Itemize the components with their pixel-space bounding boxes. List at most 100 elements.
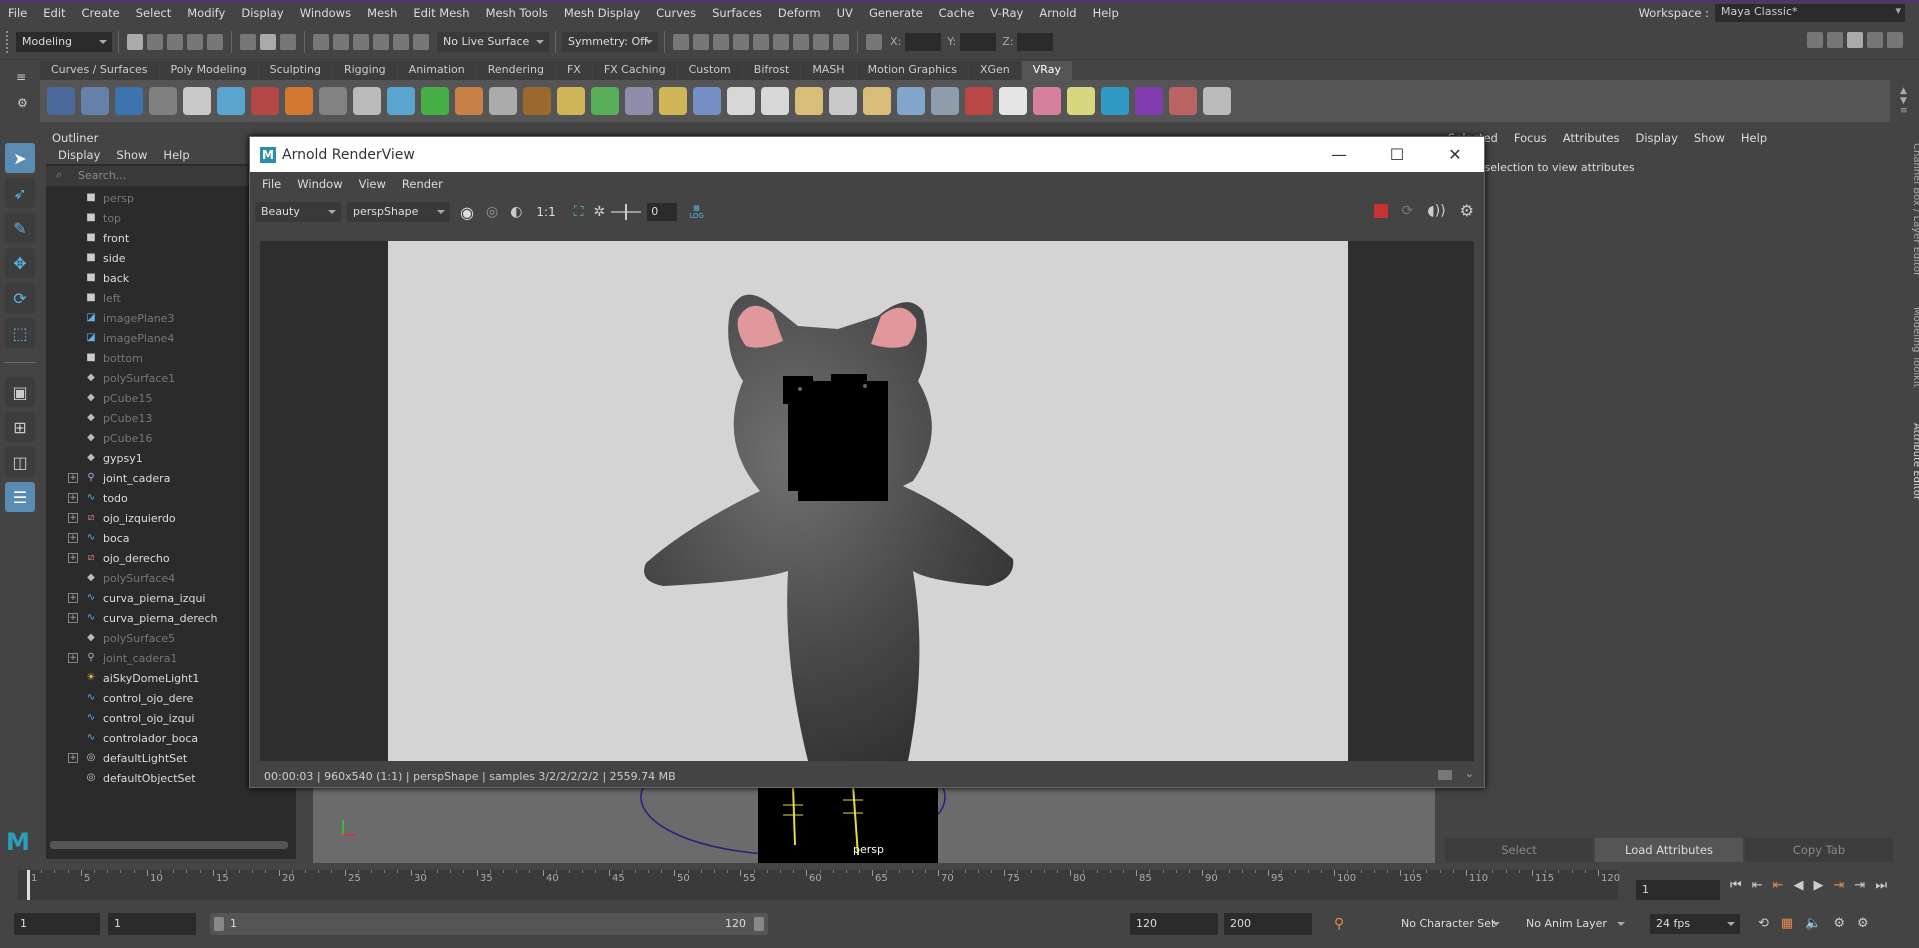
shelf-tab-fx-caching[interactable]: FX Caching: [592, 61, 677, 80]
vray-flag-icon[interactable]: [965, 87, 993, 115]
expand-icon[interactable]: +: [68, 753, 78, 763]
renderview-menu-render[interactable]: Render: [394, 177, 451, 191]
menu-mesh-tools[interactable]: Mesh Tools: [478, 6, 556, 20]
channel-box-icon[interactable]: [1887, 32, 1903, 48]
close-icon[interactable]: ✕: [1426, 137, 1484, 172]
expand-icon[interactable]: +: [68, 533, 78, 543]
attribute-menu-display[interactable]: Display: [1627, 131, 1685, 145]
move-tool-icon[interactable]: ✥: [5, 248, 35, 278]
channel-alpha-icon[interactable]: ◎: [486, 204, 498, 220]
select-tool-icon[interactable]: ➤: [5, 143, 35, 173]
menu-mesh-display[interactable]: Mesh Display: [556, 6, 648, 20]
tab-modeling-toolkit[interactable]: Modeling Toolkit: [1903, 307, 1919, 388]
scale-tool-icon[interactable]: ⬚: [5, 318, 35, 348]
history-icon[interactable]: [673, 33, 689, 50]
vray-grid-icon[interactable]: [319, 87, 347, 115]
anim-prefs-icon[interactable]: ⚙: [1833, 916, 1845, 931]
range-handle-start[interactable]: [214, 917, 224, 931]
shelf-tab-poly-modeling[interactable]: Poly Modeling: [159, 61, 258, 80]
vray-scatter-icon[interactable]: [421, 87, 449, 115]
ipr-icon[interactable]: [713, 33, 729, 50]
tool-settings-icon[interactable]: [1867, 32, 1883, 48]
light-editor-icon[interactable]: [793, 33, 809, 50]
attribute-editor-icon[interactable]: [1847, 32, 1863, 48]
vray-box-icon[interactable]: [353, 87, 381, 115]
lasso-tool-icon[interactable]: ➶: [5, 178, 35, 208]
window-titlebar[interactable]: M Arnold RenderView — ☐ ✕: [250, 137, 1484, 172]
shelf-settings-icon[interactable]: ⚙: [17, 96, 28, 110]
chevron-down-icon[interactable]: ⌄: [1465, 767, 1474, 780]
renderview-menu-file[interactable]: File: [254, 177, 289, 191]
cache-icon[interactable]: ▦: [1781, 916, 1793, 931]
renderview-menu-window[interactable]: Window: [289, 177, 350, 191]
shelf-menu-icon[interactable]: ≡: [16, 70, 26, 84]
vray-checker-icon[interactable]: [999, 87, 1027, 115]
new-scene-icon[interactable]: [127, 33, 143, 50]
vray-texture-icon[interactable]: [523, 87, 551, 115]
vray-proxy-icon[interactable]: [1033, 87, 1061, 115]
go-to-end-icon[interactable]: ⏭: [1875, 878, 1887, 893]
maximize-icon[interactable]: ☐: [1368, 137, 1426, 172]
vray-spot-light-icon[interactable]: [761, 87, 789, 115]
step-forward-key-icon[interactable]: ⇥: [1854, 878, 1865, 893]
outliner-hscrollbar[interactable]: [50, 841, 288, 849]
snapshot-icon[interactable]: [1438, 770, 1452, 780]
menu-v-ray[interactable]: V-Ray: [982, 6, 1031, 20]
four-pane-layout-icon[interactable]: ⊞: [5, 412, 35, 442]
outliner-menu-show[interactable]: Show: [108, 146, 155, 164]
vray-cloud-icon[interactable]: [1101, 87, 1129, 115]
vray-fire-icon[interactable]: [285, 87, 313, 115]
vray-grass-icon[interactable]: [591, 87, 619, 115]
snap-curve-icon[interactable]: [333, 33, 349, 50]
character-set-dropdown[interactable]: No Character Set: [1395, 914, 1505, 934]
render-canvas[interactable]: [260, 241, 1474, 761]
expand-icon[interactable]: +: [68, 473, 78, 483]
vray-dome-light-icon[interactable]: [727, 87, 755, 115]
vray-light-icon[interactable]: [455, 87, 483, 115]
slider-handle[interactable]: [625, 204, 628, 220]
attribute-menu-attributes[interactable]: Attributes: [1555, 131, 1628, 145]
single-pane-layout-icon[interactable]: ▣: [5, 377, 35, 407]
save-scene-icon[interactable]: [167, 33, 183, 50]
time-slider-track[interactable]: 1 5 10 15 20 25 30 35 40 45 50 55 60 65 70 75 80 85 90 95 10…: [18, 870, 1620, 900]
channel-rgb-icon[interactable]: ◉: [460, 203, 474, 222]
fps-dropdown[interactable]: 24 fps: [1650, 914, 1740, 934]
vray-bulb-icon[interactable]: [1067, 87, 1095, 115]
menu-cache[interactable]: Cache: [931, 6, 983, 20]
ratio-button[interactable]: 1:1: [536, 205, 555, 219]
playback-end-field[interactable]: 120: [1130, 913, 1218, 935]
snap-view-plane-icon[interactable]: [393, 33, 409, 50]
snap-point-icon[interactable]: [353, 33, 369, 50]
attribute-menu-help[interactable]: Help: [1733, 131, 1775, 145]
rotate-tool-icon[interactable]: ⟳: [5, 283, 35, 313]
range-handle-end[interactable]: [754, 917, 764, 931]
current-frame-field[interactable]: 1: [1636, 880, 1720, 900]
paint-select-icon[interactable]: ✎: [5, 213, 35, 243]
make-live-icon[interactable]: [413, 33, 429, 50]
outliner-layout-icon[interactable]: ☰: [5, 482, 35, 512]
select-button[interactable]: Select: [1445, 838, 1593, 862]
vray-dome-icon[interactable]: [489, 87, 517, 115]
vray-plane-icon[interactable]: [897, 87, 925, 115]
live-surface-field[interactable]: No Live Surface: [437, 31, 549, 52]
redo-icon[interactable]: [207, 33, 223, 50]
menu-edit[interactable]: Edit: [35, 6, 73, 20]
vray-vision-icon[interactable]: [1135, 87, 1163, 115]
log-toggle-icon[interactable]: ▦ LOG: [689, 204, 704, 220]
outliner-menu-display[interactable]: Display: [50, 146, 108, 164]
exposure-icon[interactable]: ✲: [594, 204, 606, 220]
tab-channel-box[interactable]: Channel Box / Layer Editor: [1903, 143, 1919, 276]
sound-icon[interactable]: 🔈: [1805, 916, 1821, 931]
stop-render-icon[interactable]: [1373, 204, 1388, 218]
vray-curve-icon[interactable]: [659, 87, 687, 115]
auto-key-icon[interactable]: ⚲: [1334, 916, 1344, 932]
open-scene-icon[interactable]: [147, 33, 163, 50]
select-object-icon[interactable]: [260, 33, 276, 50]
menu-select[interactable]: Select: [128, 6, 179, 20]
snap-grid-icon[interactable]: [313, 33, 329, 50]
vray-frame-buffer-icon[interactable]: [115, 87, 143, 115]
vray-sun-icon[interactable]: [863, 87, 891, 115]
perspective-viewport[interactable]: persp: [313, 785, 1435, 863]
attribute-menu-focus[interactable]: Focus: [1506, 131, 1555, 145]
attribute-menu-show[interactable]: Show: [1686, 131, 1733, 145]
